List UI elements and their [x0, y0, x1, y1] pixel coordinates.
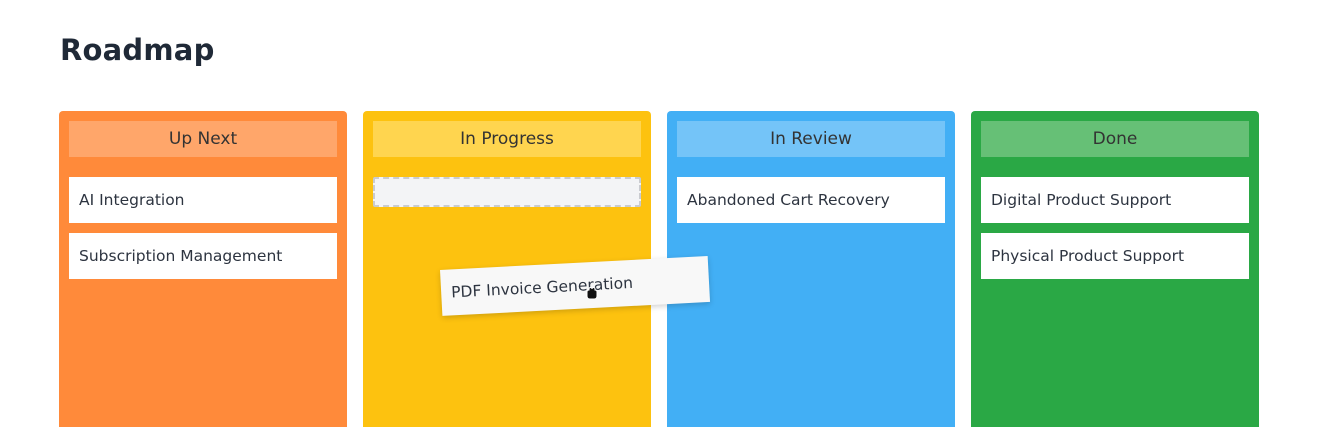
- card-subscription-management[interactable]: Subscription Management: [69, 233, 337, 279]
- column-in-review[interactable]: In Review Abandoned Cart Recovery: [667, 111, 955, 427]
- column-header-done: Done: [981, 121, 1249, 157]
- page-title: Roadmap: [60, 33, 215, 67]
- card-ai-integration[interactable]: AI Integration: [69, 177, 337, 223]
- column-up-next[interactable]: Up Next AI Integration Subscription Mana…: [59, 111, 347, 427]
- grab-hand-icon: [586, 286, 598, 300]
- card-digital-product-support[interactable]: Digital Product Support: [981, 177, 1249, 223]
- card-physical-product-support[interactable]: Physical Product Support: [981, 233, 1249, 279]
- kanban-page: Roadmap Up Next AI Integration Subscript…: [0, 0, 1318, 427]
- column-header-in-progress: In Progress: [373, 121, 641, 157]
- column-header-up-next: Up Next: [69, 121, 337, 157]
- card-abandoned-cart-recovery[interactable]: Abandoned Cart Recovery: [677, 177, 945, 223]
- drop-placeholder[interactable]: [373, 177, 641, 207]
- column-done[interactable]: Done Digital Product Support Physical Pr…: [971, 111, 1259, 427]
- column-header-in-review: In Review: [677, 121, 945, 157]
